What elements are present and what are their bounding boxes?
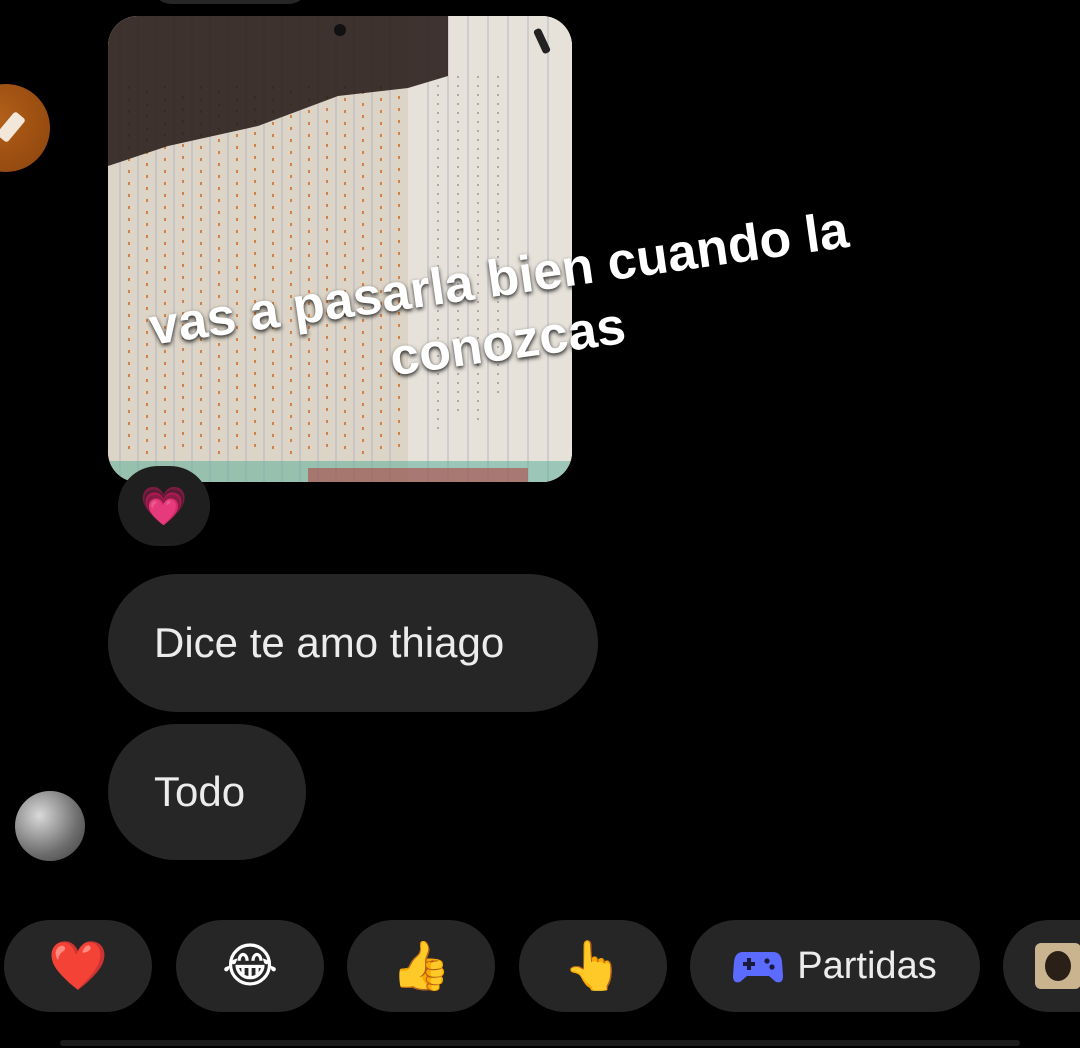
quick-reply-label: Partidas bbox=[797, 944, 937, 987]
message-text: Dice te amo thiago bbox=[154, 619, 505, 666]
quick-reply-thumbs-up[interactable]: 👍 bbox=[347, 920, 495, 1012]
thumbs-up-icon: 👍 bbox=[391, 938, 451, 994]
previous-message-bubble[interactable] bbox=[150, 0, 310, 4]
sender-avatar[interactable] bbox=[0, 84, 50, 172]
laughing-icon: 😂 bbox=[221, 938, 279, 994]
photo-message[interactable] bbox=[108, 16, 572, 482]
pointing-up-icon: 👆 bbox=[563, 938, 623, 994]
message-bubble[interactable]: Todo bbox=[108, 724, 306, 860]
heart-icon: ❤️ bbox=[48, 938, 108, 994]
message-bubble[interactable]: Dice te amo thiago bbox=[108, 574, 598, 712]
quick-reply-pointing-up[interactable]: 👆 bbox=[519, 920, 667, 1012]
quick-reply-partidas[interactable]: Partidas bbox=[690, 920, 980, 1012]
quick-reply-sticker[interactable] bbox=[1003, 920, 1080, 1012]
message-text: Todo bbox=[154, 768, 246, 815]
heart-reaction-badge[interactable]: 💗 bbox=[118, 466, 210, 546]
quick-reply-laughing[interactable]: 😂 bbox=[176, 920, 324, 1012]
sticker-thumbnail bbox=[1035, 943, 1080, 989]
pink-heart-icon: 💗 bbox=[140, 484, 188, 528]
quick-reply-heart[interactable]: ❤️ bbox=[4, 920, 152, 1012]
composer-edge bbox=[60, 1040, 1020, 1046]
game-controller-icon bbox=[733, 952, 784, 983]
sender-avatar[interactable] bbox=[15, 791, 85, 861]
